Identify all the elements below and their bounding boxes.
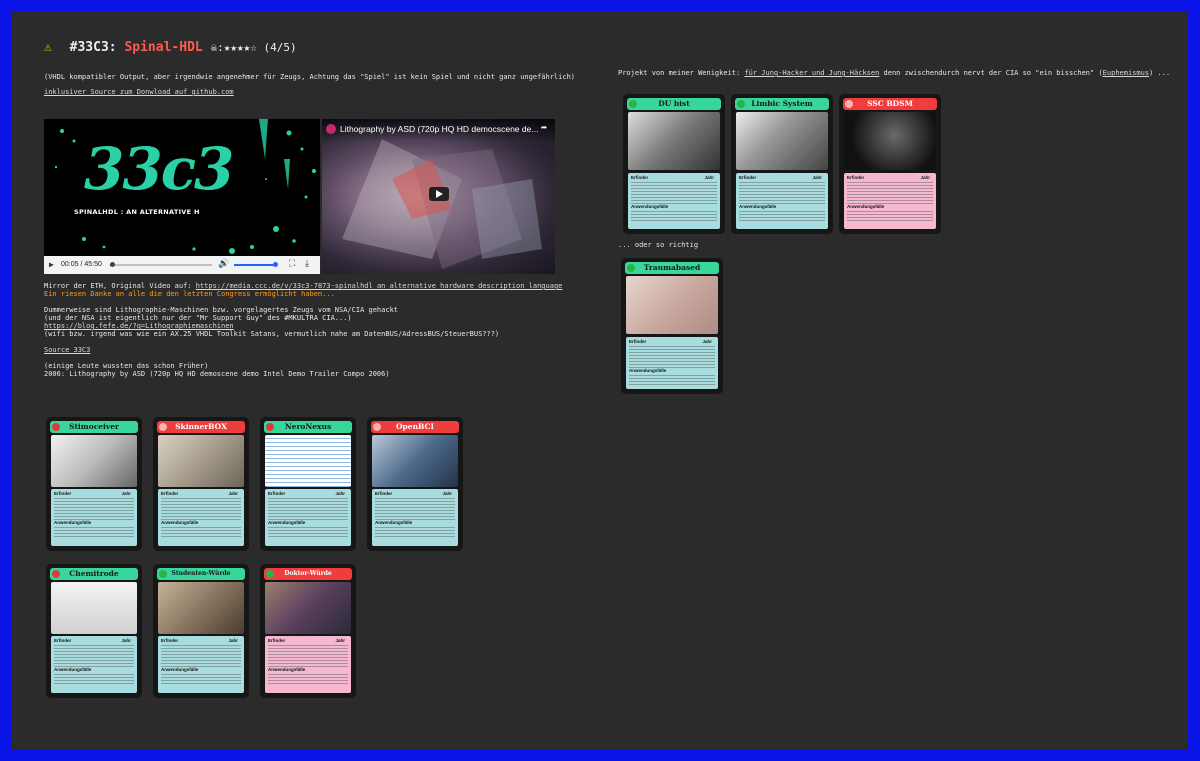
volume-icon[interactable]: 🔊 (218, 259, 229, 269)
source-33c3-link[interactable]: Source 33C3 (44, 346, 90, 355)
jung-hacker-link[interactable]: für Jung-Hacker und Jung-Häcksen (744, 69, 879, 77)
card-body: Erfinder Jahr Anwendungsfälle (626, 337, 718, 389)
page-title: ⚠ #33C3: Spinal-HDL ☠:★★★★☆ (4/5) (44, 40, 297, 55)
card-header: SkinnerBOX (157, 421, 245, 433)
card-schizophren[interactable]: DU bist SCHIZOPHREN ErfinderJahr Anwendu… (623, 94, 725, 234)
channel-avatar[interactable] (326, 124, 336, 134)
card-limbic[interactable]: Limbic System Vulnerability ErfinderJahr… (731, 94, 833, 234)
card-header: Chemitrode (50, 568, 138, 580)
card-ssc-bdsm[interactable]: SSC BDSM Erfinder Jahr Anwendungsfälle (839, 94, 941, 234)
video-logo: 33c3 (84, 135, 234, 203)
card-studenten-wuerde[interactable]: Studenten-Würde (Sündenbock) ErfinderJah… (153, 564, 249, 698)
card-header: NeroNexus Implantate (264, 421, 352, 443)
oder-text: ... oder so richtig (618, 241, 699, 249)
status-dot-icon (52, 423, 60, 431)
thanks-text: Ein riesen Danke an alle die den letzten… (44, 290, 335, 298)
card-body: Erfinder Jahr Anwendungsfälle (158, 636, 244, 693)
status-dot-icon (845, 100, 853, 108)
youtube-embed[interactable]: Lithography by ASD (720p HQ HD democscen… (322, 119, 555, 274)
ccc-media-link[interactable]: https://media.ccc.de/v/33c3-7873-spinalh… (196, 282, 563, 290)
github-source-link[interactable]: inklusiver Source zum Donwload auf githu… (44, 88, 234, 97)
play-icon[interactable]: ▶ (49, 260, 54, 269)
euphemismus-link[interactable]: Euphemismus (1103, 69, 1149, 77)
warning-icon: ⚠ (44, 40, 52, 55)
card-header: Limbic System Vulnerability (735, 98, 829, 120)
card-image (158, 435, 244, 487)
card-body: Erfinder Jahr Anwendungsfälle (158, 489, 244, 546)
fullscreen-icon[interactable]: ⛶ (289, 259, 295, 269)
status-dot-icon (159, 570, 167, 578)
status-dot-icon (627, 264, 635, 272)
card-header: Doktor-Würde (sarkasmus) (264, 568, 352, 589)
status-dot-icon (52, 570, 60, 578)
video-progress-track[interactable] (110, 262, 212, 267)
video-controls: ▶ 00:05 / 45:50 🔊 ⛶ ⤓ (44, 256, 320, 274)
card-image (844, 112, 936, 170)
share-icon[interactable]: ➦ (541, 123, 547, 134)
card-body: Erfinder Jahr Anwendungsfälle (736, 173, 828, 229)
card-header: Stimoceiver (50, 421, 138, 433)
card-image (51, 435, 137, 487)
card-header: OpenBCI (371, 421, 459, 433)
status-dot-icon (737, 100, 745, 108)
card-traumabased[interactable]: Traumabased MindControl ErfinderJahr Anw… (621, 258, 723, 394)
projekt-line: Projekt von meiner Wenigkeit: für Jung-H… (618, 69, 1171, 77)
card-image (265, 582, 351, 634)
volume-slider[interactable] (234, 262, 278, 267)
card-stimoceiver[interactable]: Stimoceiver Erfinder Jahr Anwendungsfälle (46, 417, 142, 551)
status-dot-icon (266, 423, 274, 431)
card-openbci[interactable]: OpenBCI Erfinder Jahr Anwendungsfälle (367, 417, 463, 551)
card-chemitrode[interactable]: Chemitrode Erfinder Jahr Anwendungsfälle (46, 564, 142, 698)
card-image (372, 435, 458, 487)
card-header: DU bist SCHIZOPHREN (627, 98, 721, 120)
card-image (628, 112, 720, 170)
youtube-title[interactable]: Lithography by ASD (720p HQ HD democscen… (340, 124, 538, 134)
status-dot-icon (159, 423, 167, 431)
card-header: SSC BDSM (843, 98, 937, 110)
status-dot-icon (629, 100, 637, 108)
video-progress-handle[interactable] (110, 262, 115, 267)
wifi-text: (wifi bzw. irgend was wie ein AX.25 VHDL… (44, 330, 500, 338)
lithography-text: 2006: Lithography by ASD (720p HQ HD dem… (44, 370, 390, 378)
card-image (736, 112, 828, 170)
intro-text: (VHDL kompatibler Output, aber irgendwie… (44, 73, 576, 81)
page-frame: ⚠ #33C3: Spinal-HDL ☠:★★★★☆ (4/5) (VHDL … (12, 12, 1188, 749)
video-time: 00:05 / 45:50 (61, 261, 102, 268)
card-body: Erfinder Jahr Anwendungsfälle (372, 489, 458, 546)
download-icon[interactable]: ⤓ (305, 259, 309, 269)
card-body: Erfinder Jahr Anwendungsfälle (51, 636, 137, 693)
card-body: Erfinder Jahr Anwendungsfälle (844, 173, 936, 229)
card-image (626, 276, 718, 334)
card-neronexus[interactable]: NeroNexus Implantate ErfinderJahr Anwend… (260, 417, 356, 551)
status-dot-icon (373, 423, 381, 431)
title-rating: ☠:★★★★☆ (4/5) (210, 41, 297, 54)
title-prefix: #33C3: (69, 40, 117, 55)
card-body: Erfinder Jahr Anwendungsfälle (265, 489, 351, 546)
card-header: Studenten-Würde (Sündenbock) (157, 568, 245, 589)
youtube-play-button[interactable] (429, 187, 449, 201)
play-triangle-icon (436, 190, 443, 198)
status-dot-icon (266, 570, 274, 578)
card-skinnerbox[interactable]: SkinnerBOX Erfinder Jahr Anwendungsfälle (153, 417, 249, 551)
title-name: Spinal-HDL (124, 40, 203, 55)
card-image (158, 582, 244, 634)
card-body: Erfinder Jahr Anwendungsfälle (265, 636, 351, 693)
video-player[interactable]: 33c3 SPINALHDL : AN ALTERNATIVE H ▶ 00:0… (44, 119, 320, 274)
card-image (51, 582, 137, 634)
card-body: Erfinder Jahr Anwendungsfälle (51, 489, 137, 546)
card-body: Erfinder Jahr Anwendungsfälle (628, 173, 720, 229)
card-image (265, 435, 351, 487)
video-subtitle: SPINALHDL : AN ALTERNATIVE H (74, 208, 200, 216)
card-header: Traumabased MindControl (625, 262, 719, 284)
card-doktor-wuerde[interactable]: Doktor-Würde (sarkasmus) ErfinderJahr An… (260, 564, 356, 698)
